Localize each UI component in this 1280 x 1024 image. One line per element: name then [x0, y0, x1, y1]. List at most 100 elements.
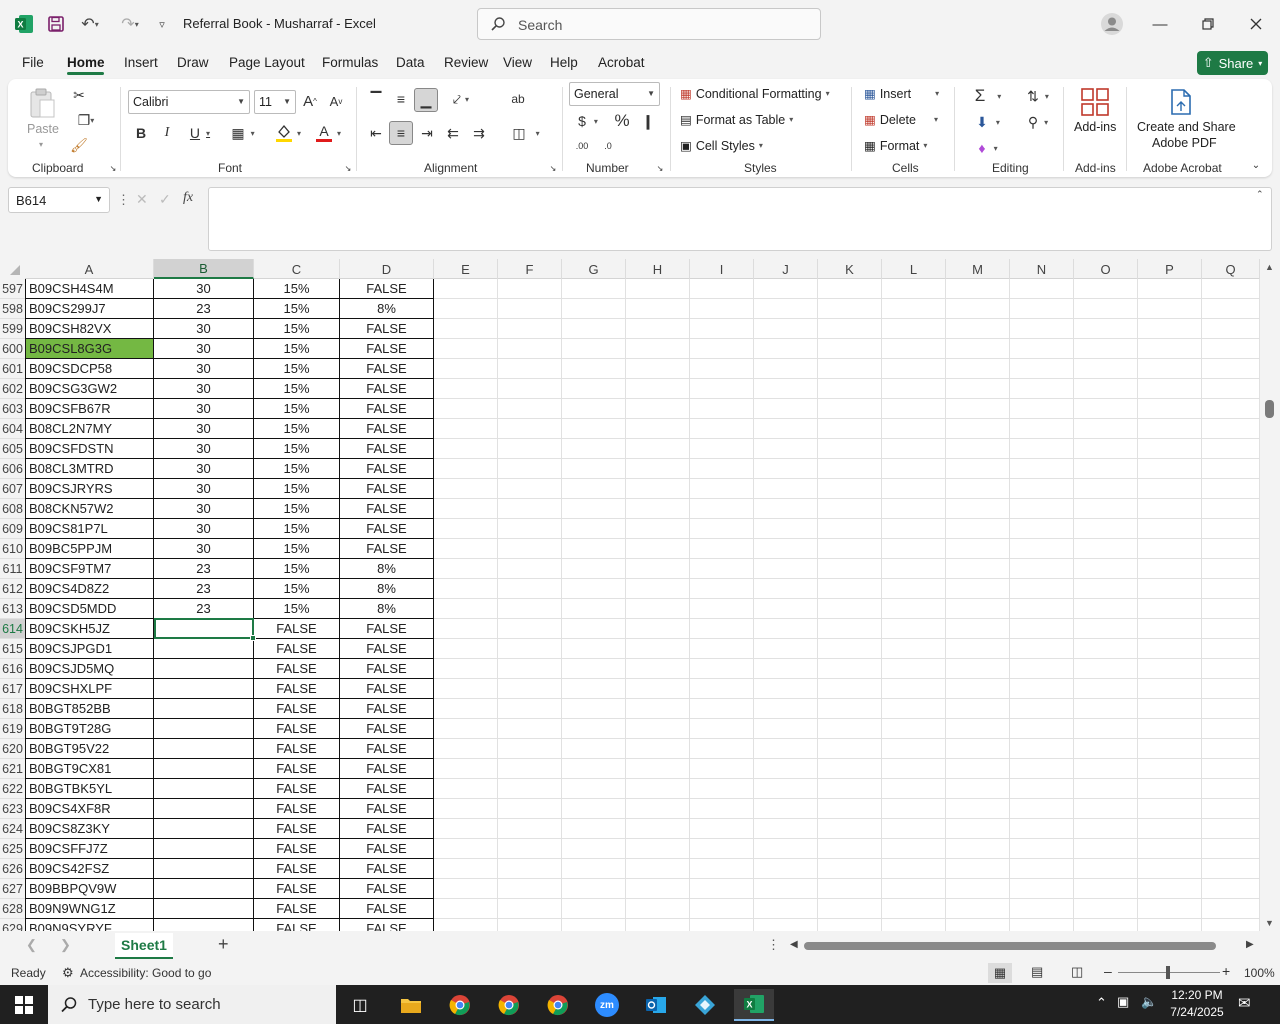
- tab-split-handle-icon[interactable]: ⋮: [767, 937, 780, 953]
- more-options-icon[interactable]: ⋮: [117, 192, 130, 208]
- row-header[interactable]: 615: [0, 639, 25, 659]
- tab-page-layout[interactable]: Page Layout: [229, 55, 305, 70]
- tab-draw[interactable]: Draw: [177, 55, 209, 70]
- row-header[interactable]: 601: [0, 359, 25, 379]
- cell-a[interactable]: B09CS4XF8R: [25, 799, 154, 819]
- cell-b[interactable]: [154, 779, 254, 799]
- align-right-icon[interactable]: ⇥: [417, 122, 437, 144]
- increase-font-size-icon[interactable]: A ^: [300, 90, 320, 112]
- taskbar-search[interactable]: Type here to search: [48, 985, 336, 1024]
- column-header-h[interactable]: H: [626, 259, 690, 279]
- alignment-launcher-icon[interactable]: ↘: [548, 163, 558, 173]
- row-header[interactable]: 614: [0, 619, 25, 639]
- empty-cells[interactable]: [434, 299, 1260, 319]
- row-header[interactable]: 603: [0, 399, 25, 419]
- column-header-n[interactable]: N: [1010, 259, 1074, 279]
- row-header[interactable]: 628: [0, 899, 25, 919]
- cell-c[interactable]: FALSE: [254, 839, 340, 859]
- cell-b[interactable]: [154, 699, 254, 719]
- cell-c[interactable]: FALSE: [254, 799, 340, 819]
- row-header[interactable]: 613: [0, 599, 25, 619]
- row-header[interactable]: 598: [0, 299, 25, 319]
- accessibility-icon[interactable]: ⚙: [62, 965, 74, 981]
- tab-data[interactable]: Data: [396, 55, 425, 70]
- cell-d[interactable]: FALSE: [340, 639, 434, 659]
- confirm-entry-icon[interactable]: ✓: [159, 191, 175, 209]
- merge-center-icon[interactable]: ◫ ▾: [506, 122, 546, 144]
- sort-filter-icon[interactable]: ⇅ ▾: [1018, 85, 1058, 107]
- empty-cells[interactable]: [434, 359, 1260, 379]
- cell-d[interactable]: FALSE: [340, 499, 434, 519]
- italic-icon[interactable]: I: [158, 122, 176, 144]
- cell-b[interactable]: [154, 719, 254, 739]
- number-format-select[interactable]: General ▼: [569, 82, 660, 106]
- account-avatar-icon[interactable]: [1099, 12, 1125, 36]
- chrome-icon[interactable]: [440, 989, 480, 1021]
- collapse-ribbon-icon[interactable]: ⌄: [1248, 157, 1264, 173]
- cell-b[interactable]: 30: [154, 419, 254, 439]
- app-diamond-icon[interactable]: [685, 989, 725, 1021]
- cell-c[interactable]: 15%: [254, 559, 340, 579]
- vertical-scrollbar[interactable]: ▲ ▼: [1260, 259, 1280, 931]
- cell-d[interactable]: FALSE: [340, 899, 434, 919]
- undo-icon[interactable]: ↶ ▾: [74, 12, 106, 36]
- cell-a[interactable]: B09CSD5MDD: [25, 599, 154, 619]
- cell-c[interactable]: 15%: [254, 379, 340, 399]
- cell-b[interactable]: [154, 739, 254, 759]
- insert-cells-button[interactable]: ▦ Insert ▾: [864, 86, 939, 102]
- cell-d[interactable]: FALSE: [340, 439, 434, 459]
- column-header-l[interactable]: L: [882, 259, 946, 279]
- name-box[interactable]: B614 ▼: [8, 187, 110, 213]
- cell-b[interactable]: 30: [154, 399, 254, 419]
- cell-d[interactable]: 8%: [340, 599, 434, 619]
- decrease-font-size-icon[interactable]: Av: [326, 90, 346, 112]
- empty-cells[interactable]: [434, 919, 1260, 931]
- cell-a[interactable]: B09CS81P7L: [25, 519, 154, 539]
- cell-d[interactable]: FALSE: [340, 539, 434, 559]
- cell-c[interactable]: 15%: [254, 539, 340, 559]
- page-layout-view-icon[interactable]: ▤: [1031, 964, 1043, 980]
- top-align-icon[interactable]: ▔: [366, 88, 386, 110]
- wrap-text-icon[interactable]: ab: [507, 88, 529, 110]
- cell-c[interactable]: 15%: [254, 339, 340, 359]
- empty-cells[interactable]: [434, 759, 1260, 779]
- cell-c[interactable]: FALSE: [254, 719, 340, 739]
- row-header[interactable]: 627: [0, 879, 25, 899]
- cell-c[interactable]: 15%: [254, 299, 340, 319]
- cell-d[interactable]: FALSE: [340, 619, 434, 639]
- cell-a[interactable]: B09CSFDSTN: [25, 439, 154, 459]
- cell-d[interactable]: FALSE: [340, 819, 434, 839]
- cell-d[interactable]: FALSE: [340, 319, 434, 339]
- formula-input[interactable]: [208, 187, 1272, 251]
- decrease-indent-icon[interactable]: ⇇: [443, 122, 463, 144]
- cell-a[interactable]: B09CSJPGD1: [25, 639, 154, 659]
- empty-cells[interactable]: [434, 579, 1260, 599]
- row-header[interactable]: 599: [0, 319, 25, 339]
- format-painter-icon[interactable]: 🖌: [68, 135, 90, 155]
- cell-a[interactable]: B09CS4D8Z2: [25, 579, 154, 599]
- column-header-o[interactable]: O: [1074, 259, 1138, 279]
- clipboard-launcher-icon[interactable]: ↘: [108, 163, 118, 173]
- row-header[interactable]: 620: [0, 739, 25, 759]
- clock-time[interactable]: 12:20 PM: [1168, 988, 1226, 1002]
- empty-cells[interactable]: [434, 599, 1260, 619]
- cell-a[interactable]: B09CSF9TM7: [25, 559, 154, 579]
- cell-c[interactable]: 15%: [254, 579, 340, 599]
- cell-a[interactable]: B0BGT852BB: [25, 699, 154, 719]
- search-box[interactable]: Search: [477, 8, 821, 40]
- row-header[interactable]: 602: [0, 379, 25, 399]
- cell-c[interactable]: FALSE: [254, 619, 340, 639]
- row-header[interactable]: 597: [0, 279, 25, 299]
- underline-icon[interactable]: U ▾: [183, 122, 217, 144]
- minimize-icon[interactable]: —: [1137, 8, 1183, 40]
- decrease-decimal-icon[interactable]: .0: [597, 136, 619, 156]
- add-sheet-icon[interactable]: +: [218, 934, 229, 955]
- delete-cells-button[interactable]: ▦ Delete ▾: [864, 112, 938, 128]
- cell-b[interactable]: [154, 659, 254, 679]
- cell-c[interactable]: FALSE: [254, 679, 340, 699]
- cell-d[interactable]: 8%: [340, 299, 434, 319]
- cell-a[interactable]: B09CS42FSZ: [25, 859, 154, 879]
- empty-cells[interactable]: [434, 619, 1260, 639]
- add-ins-icon[interactable]: [1078, 85, 1112, 119]
- row-header[interactable]: 625: [0, 839, 25, 859]
